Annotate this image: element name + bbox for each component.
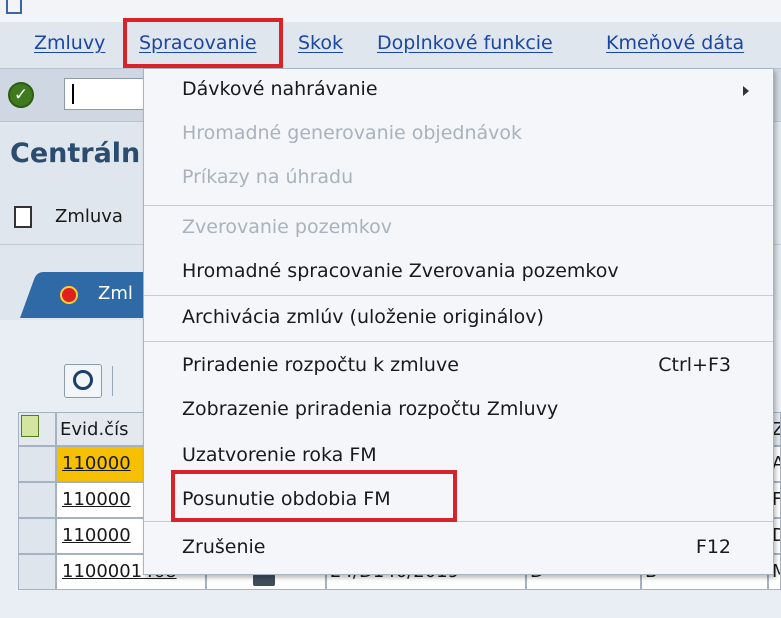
tab-label: Zml <box>98 283 133 304</box>
row-selector[interactable] <box>18 482 56 518</box>
menu-item-zrusenie[interactable]: Zrušenie F12 <box>144 527 773 569</box>
submenu-arrow-icon <box>743 86 749 96</box>
enter-check-icon[interactable]: ✓ <box>8 82 34 108</box>
text-caret <box>72 84 74 104</box>
menu-separator <box>144 295 773 296</box>
menu-skok[interactable]: Skok <box>298 32 343 54</box>
shortcut-label: F12 <box>695 536 731 558</box>
menu-bar: Zmluvy Spracovanie Skok Doplnkové funkci… <box>0 22 781 68</box>
menu-highlight-box <box>123 18 283 68</box>
row-selector[interactable] <box>18 518 56 554</box>
menu-item-zobrazenie-priradenia[interactable]: Zobrazenie priradenia rozpočtu Zmluvy <box>144 389 773 431</box>
menu-doplnkove-funkcie[interactable]: Doplnkové funkcie <box>377 32 553 54</box>
row-selector[interactable] <box>18 554 56 590</box>
evid-link[interactable]: 110000 <box>57 489 131 510</box>
menu-separator <box>144 205 773 206</box>
magnifier-icon <box>73 370 93 390</box>
calculator-icon[interactable] <box>253 574 275 586</box>
evid-link[interactable]: 110000 <box>57 525 131 546</box>
menu-item-prikazy-na-uhradu: Príkazy na úhradu <box>182 166 354 188</box>
new-contract-button[interactable]: Zmluva <box>55 206 123 227</box>
menu-item-zverovanie-pozemkov: Zverovanie pozemkov <box>182 216 392 238</box>
menu-kmenove-data[interactable]: Kmeňové dáta <box>606 32 744 54</box>
status-red-icon <box>60 286 78 304</box>
menu-item-hromadne-generovanie: Hromadné generovanie objednávok <box>182 122 522 144</box>
new-document-icon <box>14 206 32 228</box>
page-title: Centráln <box>10 138 141 169</box>
command-field[interactable] <box>64 78 144 110</box>
select-all-cell[interactable] <box>18 412 56 446</box>
menu-item-highlight-box <box>171 470 457 522</box>
column-settings-icon[interactable] <box>21 415 39 437</box>
menu-separator <box>144 341 773 342</box>
shortcut-label: Ctrl+F3 <box>658 354 731 376</box>
window-top-edge <box>0 0 781 22</box>
app-corner-icon <box>6 0 22 14</box>
menu-item-priradenie-rozpoctu[interactable]: Priradenie rozpočtu k zmluve Ctrl+F3 <box>144 345 773 387</box>
menu-item-davkove-nahravanie[interactable]: Dávkové nahrávanie <box>144 69 773 111</box>
row-selector[interactable] <box>18 446 56 482</box>
menu-item-archivacia-zmluv[interactable]: Archivácia zmlúv (uloženie originálov) <box>144 297 773 339</box>
menu-zmluvy[interactable]: Zmluvy <box>34 32 105 54</box>
menu-item-hromadne-spracovanie[interactable]: Hromadné spracovanie Zverovania pozemkov <box>144 251 773 293</box>
toolbar-separator <box>112 366 113 396</box>
evid-link[interactable]: 110000 <box>57 453 131 474</box>
